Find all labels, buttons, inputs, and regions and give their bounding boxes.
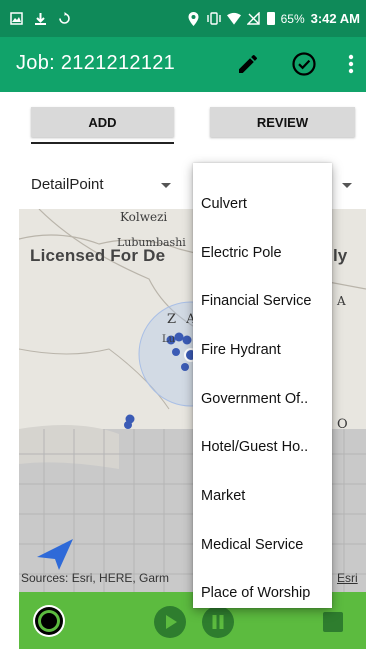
app-bar: Job: 2121212121 — [0, 37, 366, 92]
navigation-arrow-icon[interactable] — [35, 537, 75, 571]
battery-icon — [266, 12, 275, 25]
status-time: 3:42 AM — [310, 11, 360, 26]
map-point[interactable] — [174, 332, 184, 342]
map-point[interactable] — [182, 335, 192, 345]
license-watermark: Licensed For De — [30, 246, 166, 265]
map-place-label: O — [337, 417, 348, 432]
menu-item[interactable]: Financial Service — [201, 293, 311, 309]
map-point[interactable] — [172, 348, 180, 356]
pause-icon[interactable] — [201, 605, 235, 639]
map-point[interactable] — [124, 421, 132, 429]
menu-item[interactable]: Electric Pole — [201, 245, 282, 261]
map-attribution-link[interactable]: Esri — [337, 571, 358, 585]
wifi-icon — [226, 12, 241, 26]
tab-review[interactable]: REVIEW — [210, 107, 355, 137]
menu-item[interactable]: Hotel/Guest Ho.. — [201, 439, 308, 455]
tab-bar: ADD REVIEW — [0, 92, 366, 154]
tab-add[interactable]: ADD — [31, 107, 174, 137]
confirm-button[interactable] — [288, 48, 320, 80]
chevron-down-icon[interactable] — [342, 183, 352, 188]
map-place-label: Kolwezi — [120, 210, 168, 224]
map-place-label: A — [337, 294, 346, 308]
menu-item[interactable]: Market — [201, 488, 245, 504]
more-vert-icon — [348, 54, 354, 74]
license-watermark-right: ly — [333, 246, 348, 265]
menu-item[interactable]: Medical Service — [201, 537, 303, 553]
category-select[interactable]: DetailPoint — [31, 176, 104, 193]
download-icon — [33, 12, 47, 26]
chevron-down-icon[interactable] — [161, 183, 171, 188]
vibrate-icon — [206, 12, 221, 26]
edit-icon — [239, 54, 257, 73]
map-point[interactable] — [181, 363, 189, 371]
no-signal-icon — [247, 12, 261, 26]
active-tab-indicator — [31, 142, 174, 144]
menu-item[interactable]: Culvert — [201, 196, 247, 212]
battery-percent: 65% — [280, 11, 305, 26]
location-icon — [187, 11, 201, 26]
map-place-label: Lu — [162, 334, 176, 345]
menu-item[interactable]: Fire Hydrant — [201, 342, 281, 358]
record-icon[interactable] — [31, 603, 67, 639]
check-circle-icon — [292, 52, 316, 76]
image-icon — [9, 12, 23, 26]
page-title: Job: 2121212121 — [16, 52, 176, 74]
sync-icon — [57, 12, 71, 26]
menu-item[interactable]: Government Of.. — [201, 391, 308, 407]
map-attribution: Sources: Esri, HERE, Garm — [21, 571, 170, 585]
status-bar: 65% 3:42 AM — [0, 0, 366, 37]
dropdown-menu: Culvert Electric Pole Financial Service … — [193, 163, 332, 608]
play-icon[interactable] — [153, 605, 187, 639]
edit-button[interactable] — [232, 48, 264, 80]
overflow-menu-button[interactable] — [336, 48, 366, 80]
stop-icon[interactable] — [322, 611, 344, 633]
menu-item[interactable]: Place of Worship — [201, 585, 310, 601]
